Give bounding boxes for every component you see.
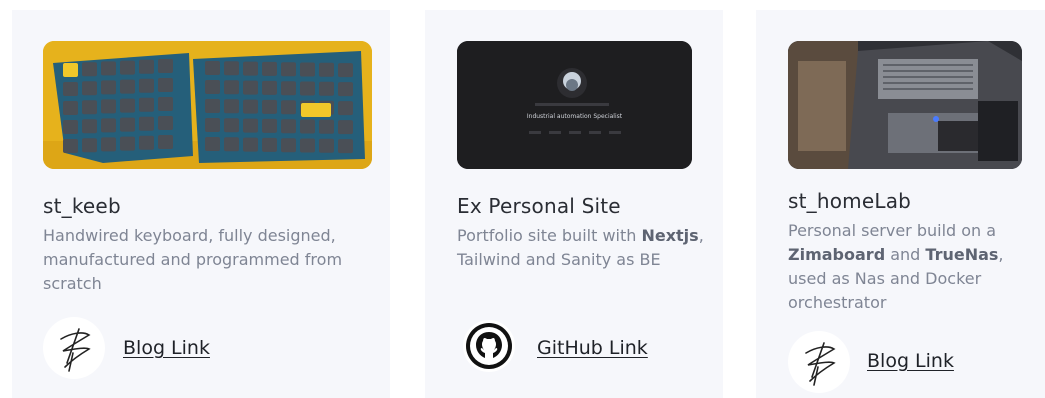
keyboard-photo bbox=[43, 41, 372, 169]
site-tagline: Industrial automation Specialist bbox=[526, 113, 623, 120]
keycap bbox=[63, 120, 78, 134]
keycap bbox=[158, 59, 173, 73]
keycap bbox=[338, 63, 353, 78]
keycap bbox=[63, 82, 78, 96]
keycap bbox=[101, 137, 116, 152]
keycap-accent bbox=[63, 63, 78, 77]
keycap bbox=[243, 118, 258, 133]
github-icon bbox=[463, 320, 515, 372]
keycap bbox=[205, 137, 220, 151]
keycap bbox=[262, 118, 277, 133]
keycap bbox=[120, 79, 135, 94]
project-card-ex-personal-site: Industrial automation Specialist Ex Pers… bbox=[425, 10, 723, 398]
keycap bbox=[120, 136, 135, 151]
keycap bbox=[281, 100, 296, 115]
keycap bbox=[300, 138, 315, 153]
keycap bbox=[120, 98, 135, 113]
keycap bbox=[101, 118, 116, 133]
keycap bbox=[300, 81, 315, 96]
keycap bbox=[319, 81, 334, 96]
project-card-st-homelab: st_homeLab Personal server build on a Zi… bbox=[756, 10, 1045, 398]
keycap bbox=[120, 60, 135, 75]
keycap bbox=[300, 62, 315, 77]
keycap bbox=[300, 119, 315, 134]
keycap bbox=[319, 62, 334, 77]
keycap bbox=[338, 101, 353, 116]
keycap bbox=[319, 138, 334, 153]
keycap-accent bbox=[301, 103, 331, 117]
project-title: st_homeLab bbox=[788, 189, 912, 213]
projects-grid: st_keeb Handwired keyboard, fully design… bbox=[0, 0, 1045, 398]
keycap bbox=[82, 81, 97, 96]
keycap bbox=[224, 80, 239, 95]
keycap bbox=[158, 135, 173, 149]
keycap bbox=[281, 62, 296, 77]
keycap bbox=[63, 101, 78, 115]
homelab-photo bbox=[788, 41, 1022, 169]
project-description: Personal server build on a Zimaboard and… bbox=[788, 221, 1004, 312]
keycap bbox=[158, 78, 173, 92]
keycap bbox=[205, 118, 220, 132]
keycap bbox=[120, 117, 135, 132]
blog-link[interactable]: Blog Link bbox=[123, 337, 210, 359]
project-card-st-keeb: st_keeb Handwired keyboard, fully design… bbox=[12, 10, 390, 398]
project-title: st_keeb bbox=[43, 194, 121, 218]
keycap bbox=[101, 61, 116, 76]
blog-link[interactable]: Blog Link bbox=[867, 350, 954, 372]
keycap bbox=[338, 82, 353, 97]
keycap bbox=[243, 99, 258, 114]
keycap bbox=[262, 137, 277, 152]
keyboard-image bbox=[43, 41, 372, 169]
keycap bbox=[224, 61, 239, 76]
keycap bbox=[262, 61, 277, 76]
keycap bbox=[262, 80, 277, 95]
keycap bbox=[281, 81, 296, 96]
keycap bbox=[281, 138, 296, 153]
keycap bbox=[139, 135, 154, 150]
keycap bbox=[101, 99, 116, 114]
project-description: Portfolio site built with Nextjs, Tailwi… bbox=[457, 226, 704, 269]
website-screenshot: Industrial automation Specialist bbox=[457, 41, 692, 169]
keycap bbox=[319, 119, 334, 134]
keycap bbox=[139, 78, 154, 93]
keycap bbox=[82, 138, 97, 153]
project-title: Ex Personal Site bbox=[457, 194, 621, 218]
keycap bbox=[205, 80, 220, 94]
keycap bbox=[139, 116, 154, 131]
keycap bbox=[224, 118, 239, 133]
signature-icon bbox=[43, 317, 105, 379]
keycap bbox=[338, 120, 353, 135]
keycap bbox=[82, 119, 97, 134]
keycap bbox=[139, 59, 154, 74]
keycap bbox=[158, 116, 173, 130]
keycap bbox=[281, 119, 296, 134]
keycap bbox=[262, 99, 277, 114]
keycap bbox=[205, 99, 220, 113]
keycap bbox=[82, 100, 97, 115]
keycap bbox=[205, 61, 220, 75]
keycap bbox=[158, 97, 173, 111]
keycap bbox=[243, 80, 258, 95]
project-description: Handwired keyboard, fully designed, manu… bbox=[43, 226, 343, 293]
keycap bbox=[243, 137, 258, 152]
keycap bbox=[243, 61, 258, 76]
keycap bbox=[338, 139, 353, 154]
keycap bbox=[224, 99, 239, 114]
github-link[interactable]: GitHub Link bbox=[537, 337, 648, 359]
keycap bbox=[101, 80, 116, 95]
signature-icon bbox=[788, 331, 850, 393]
keycap bbox=[63, 139, 78, 153]
keycap bbox=[139, 97, 154, 112]
keycap bbox=[224, 137, 239, 152]
keycap bbox=[82, 62, 97, 77]
